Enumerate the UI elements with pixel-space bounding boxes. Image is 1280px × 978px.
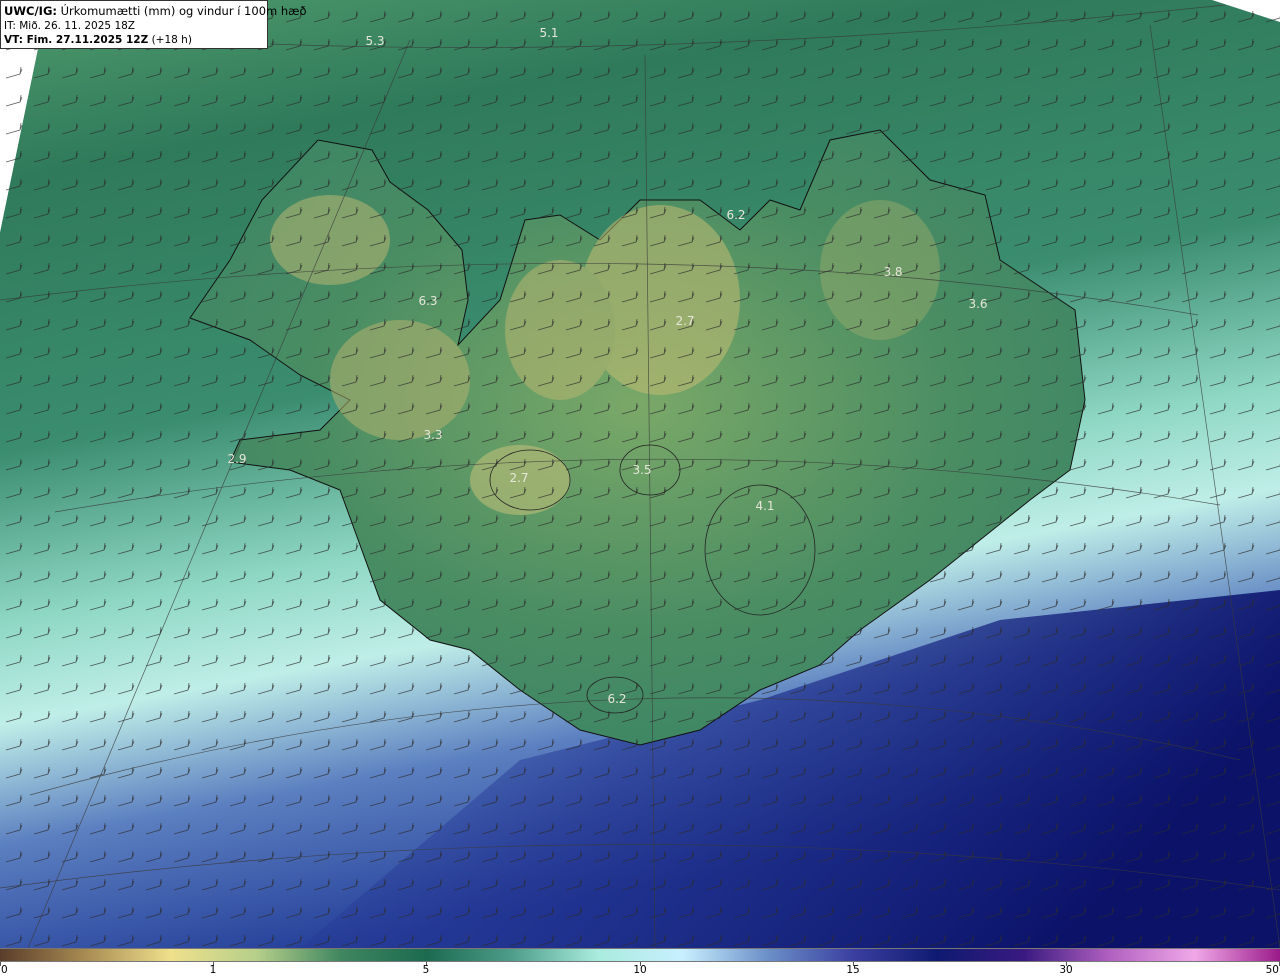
label-6-2-north: 6.2 [726,208,745,222]
map-header: UWC/IG: Úrkomumætti (mm) og vindur í 100… [0,0,307,49]
colorbar [0,948,1280,962]
colorbar-tick-10: 10 [633,964,647,976]
map-title: UWC/IG: Úrkomumætti (mm) og vindur í 100… [4,4,307,18]
colorbar-tick-0: 0 [1,964,8,976]
init-time: IT: Mið. 26. 11. 2025 18Z [4,20,135,32]
colorbar-tick-5: 5 [422,964,430,976]
forecast-map: 5.3 5.1 6.2 3.8 3.6 6.3 2.7 3.3 2.9 2.7 … [0,0,1280,948]
label-3-3: 3.3 [423,428,442,442]
label-2-7-west: 2.7 [509,471,528,485]
label-6-2-south: 6.2 [607,692,626,706]
colorbar-tick-1: 1 [209,964,217,976]
label-3-6: 3.6 [968,297,987,311]
label-5-1: 5.1 [539,26,558,40]
label-2-9: 2.9 [227,452,246,466]
colorbar-tick-15: 15 [846,964,860,976]
label-4-1: 4.1 [755,499,774,513]
colorbar-tick-50: 50 [1265,964,1279,976]
colorbar-tick-30: 30 [1059,964,1073,976]
colorbar-ticks: 0 1 5 10 15 30 50 [0,962,1280,978]
label-6-3: 6.3 [418,294,437,308]
label-3-8: 3.8 [883,265,902,279]
label-3-5: 3.5 [632,463,651,477]
label-5-3: 5.3 [365,34,384,48]
label-2-7-north: 2.7 [675,314,694,328]
valid-time: VT: Fim. 27.11.2025 12Z (+18 h) [4,34,192,46]
